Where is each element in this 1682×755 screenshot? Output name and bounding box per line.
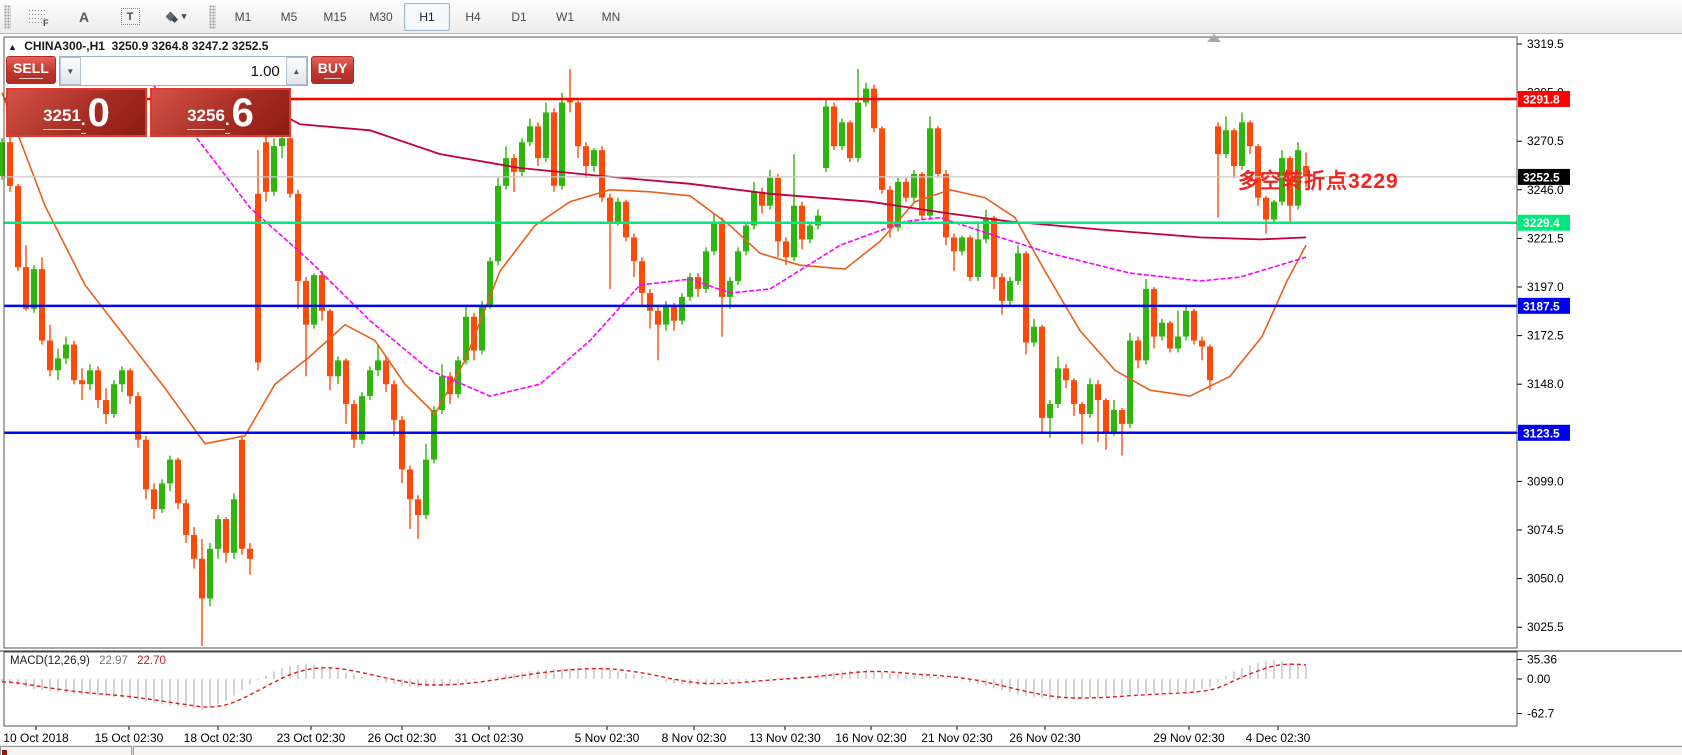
volume-stepper: ▼ ▲	[59, 56, 308, 86]
candles-layer	[0, 69, 1309, 646]
svg-text:4 Dec 02:30: 4 Dec 02:30	[1246, 731, 1311, 745]
buy-price-panel[interactable]: 3256.6	[150, 88, 291, 137]
mt4-window: F A T ▾ M1M5M15M30H1H4D1W1MN 3319.53295.…	[0, 0, 1682, 755]
svg-text:-62.7: -62.7	[1527, 706, 1555, 720]
chart-annotation-text: 多空转折点3229	[1238, 165, 1399, 195]
svg-text:16 Nov 02:30: 16 Nov 02:30	[835, 731, 907, 745]
macd-panel: 35.36 0.00 -62.7	[2, 653, 1557, 721]
macd-name: MACD(12,26,9)	[10, 655, 90, 667]
bottom-marker	[2, 750, 7, 755]
one-click-trade-panel: SELL ▼ ▲ BUY 3251.0 3256.6	[6, 56, 291, 137]
svg-text:5 Nov 02:30: 5 Nov 02:30	[575, 731, 640, 745]
svg-text:3221.5: 3221.5	[1527, 231, 1564, 245]
buy-price-main: 3256	[187, 106, 225, 126]
sell-button[interactable]: SELL	[6, 56, 56, 84]
volume-increase-button[interactable]: ▲	[286, 57, 307, 85]
svg-text:35.36: 35.36	[1527, 653, 1557, 667]
svg-text:3074.5: 3074.5	[1527, 523, 1564, 537]
svg-text:3319.5: 3319.5	[1527, 37, 1564, 51]
svg-text:21 Nov 02:30: 21 Nov 02:30	[921, 731, 993, 745]
bottom-right-panel-edge	[133, 746, 1682, 755]
svg-text:8 Nov 02:30: 8 Nov 02:30	[662, 731, 727, 745]
price-axis[interactable]: 3319.53295.03270.53246.03221.53197.03172…	[1517, 37, 1570, 634]
svg-text:3123.5: 3123.5	[1523, 426, 1560, 440]
symbol-collapse-icon[interactable]: ▲	[8, 42, 17, 52]
bottom-strip	[0, 745, 1682, 755]
sell-price-dot: .	[81, 110, 86, 130]
buy-price-big-digit: 6	[232, 96, 254, 130]
macd-main-value: 22.97	[99, 655, 128, 667]
svg-text:26 Oct 02:30: 26 Oct 02:30	[368, 731, 437, 745]
sell-price-main: 3251	[43, 106, 81, 126]
svg-text:3270.5: 3270.5	[1527, 134, 1564, 148]
macd-signal-value: 22.70	[137, 655, 166, 667]
svg-text:15 Oct 02:30: 15 Oct 02:30	[95, 731, 164, 745]
svg-text:3148.0: 3148.0	[1527, 377, 1564, 391]
svg-text:10 Oct 2018: 10 Oct 2018	[3, 731, 69, 745]
svg-text:3291.8: 3291.8	[1523, 92, 1560, 106]
svg-text:0.00: 0.00	[1527, 672, 1551, 686]
svg-text:3172.5: 3172.5	[1527, 329, 1564, 343]
svg-text:3187.5: 3187.5	[1523, 299, 1560, 313]
symbol-name: CHINA300-,H1	[24, 39, 105, 53]
svg-text:29 Nov 02:30: 29 Nov 02:30	[1153, 731, 1225, 745]
svg-text:31 Oct 02:30: 31 Oct 02:30	[455, 731, 524, 745]
svg-text:3197.0: 3197.0	[1527, 280, 1564, 294]
svg-text:18 Oct 02:30: 18 Oct 02:30	[184, 731, 253, 745]
volume-decrease-button[interactable]: ▼	[60, 57, 81, 85]
chart-title: ▲ CHINA300-,H1 3250.9 3264.8 3247.2 3252…	[8, 39, 268, 53]
svg-text:3050.0: 3050.0	[1527, 572, 1564, 586]
scroll-to-end-icon[interactable]	[1207, 34, 1221, 42]
macd-indicator-label: MACD(12,26,9) 22.97 22.70	[10, 655, 166, 667]
bottom-left-panel-edge	[0, 746, 132, 755]
svg-text:26 Nov 02:30: 26 Nov 02:30	[1009, 731, 1081, 745]
svg-text:3099.0: 3099.0	[1527, 474, 1564, 488]
buy-price-dot: .	[225, 110, 230, 130]
svg-text:3252.5: 3252.5	[1523, 170, 1560, 184]
ohlc-values: 3250.9 3264.8 3247.2 3252.5	[112, 39, 269, 53]
time-axis[interactable]: 10 Oct 2018 15 Oct 02:30 18 Oct 02:30 23 Oc…	[3, 726, 1310, 745]
horizontal-lines-layer	[4, 99, 1517, 433]
volume-input[interactable]	[81, 57, 286, 85]
svg-text:3229.4: 3229.4	[1523, 216, 1560, 230]
svg-text:13 Nov 02:30: 13 Nov 02:30	[749, 731, 821, 745]
sell-price-panel[interactable]: 3251.0	[6, 88, 147, 137]
svg-text:23 Oct 02:30: 23 Oct 02:30	[277, 731, 346, 745]
sell-price-big-digit: 0	[88, 96, 110, 130]
buy-button[interactable]: BUY	[311, 56, 355, 84]
svg-text:3025.5: 3025.5	[1527, 620, 1564, 634]
